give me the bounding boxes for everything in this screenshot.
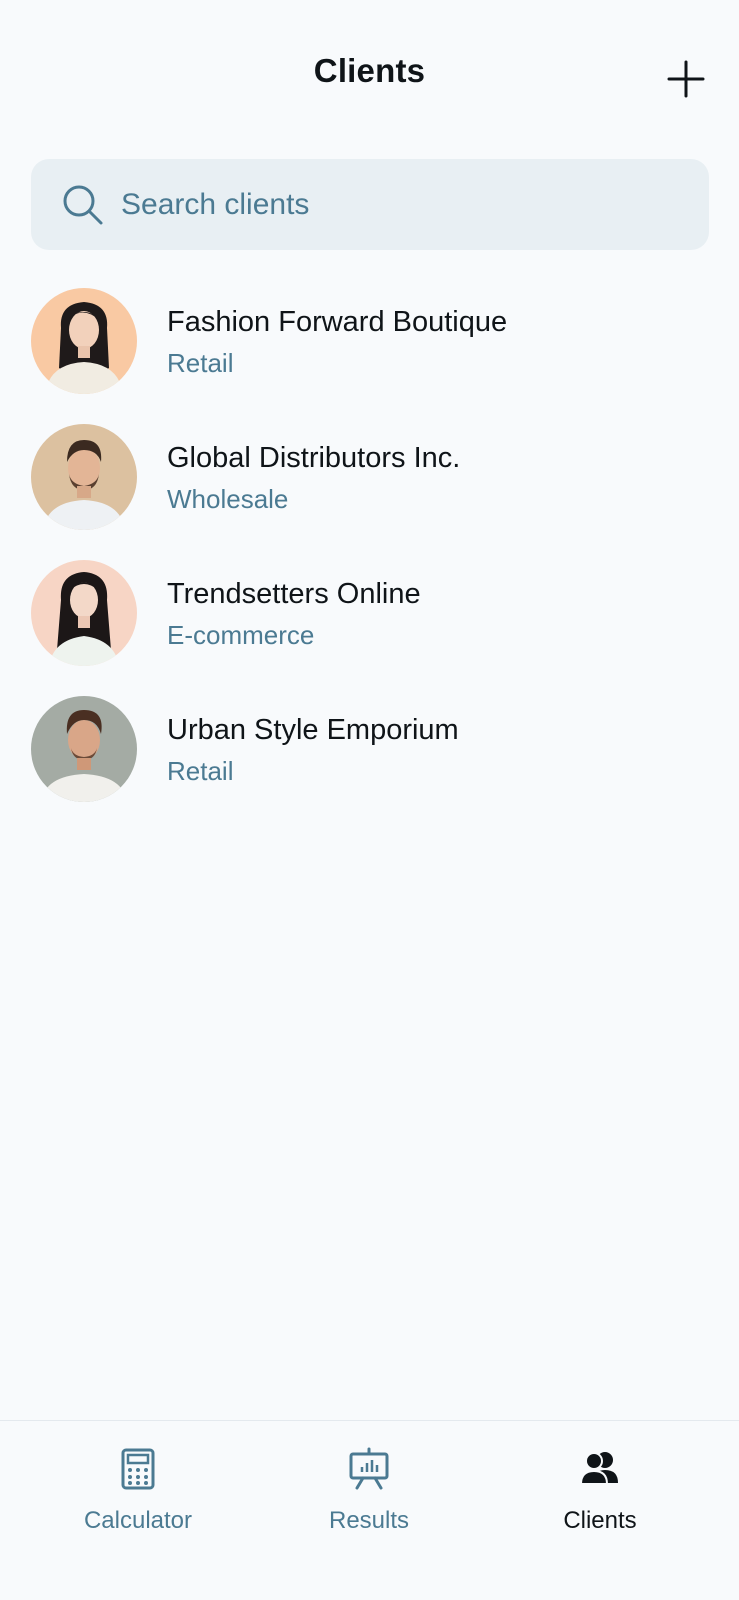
nav-item-clients[interactable]: Clients xyxy=(477,1421,723,1600)
presentation-chart-icon xyxy=(349,1447,389,1490)
clients-screen: Clients Search clients Fashion Forward B… xyxy=(0,0,739,1600)
client-category: Retail xyxy=(167,348,234,378)
search-icon xyxy=(63,185,103,225)
avatar xyxy=(31,560,137,666)
client-row[interactable]: Global Distributors Inc. Wholesale xyxy=(0,422,739,558)
bottom-nav: Calculator Results Clients xyxy=(0,1420,739,1600)
client-name: Urban Style Emporium xyxy=(167,714,459,746)
nav-item-results[interactable]: Results xyxy=(246,1421,492,1600)
nav-item-calculator[interactable]: Calculator xyxy=(15,1421,261,1600)
client-category: Wholesale xyxy=(167,484,289,514)
woman-avatar xyxy=(31,560,137,666)
page-title: Clients xyxy=(313,52,426,89)
man-avatar xyxy=(31,696,137,802)
client-name: Trendsetters Online xyxy=(167,578,421,610)
search-bar[interactable] xyxy=(31,159,709,250)
nav-label: Calculator xyxy=(83,1507,193,1534)
avatar xyxy=(31,424,137,530)
calculator-icon xyxy=(121,1448,155,1490)
client-category: Retail xyxy=(167,756,234,786)
search-input[interactable] xyxy=(121,159,691,250)
header: Clients xyxy=(0,0,739,150)
plus-icon xyxy=(667,60,705,98)
users-icon xyxy=(579,1452,618,1485)
client-row[interactable]: Fashion Forward Boutique Retail xyxy=(0,286,739,422)
nav-label: Clients xyxy=(563,1507,637,1534)
add-client-button[interactable] xyxy=(664,57,708,101)
avatar xyxy=(31,696,137,802)
client-category: E-commerce xyxy=(167,620,315,650)
client-row[interactable]: Trendsetters Online E-commerce xyxy=(0,558,739,694)
client-name: Fashion Forward Boutique xyxy=(167,306,508,338)
client-name: Global Distributors Inc. xyxy=(167,442,461,474)
nav-label: Results xyxy=(328,1507,410,1534)
woman-avatar xyxy=(31,288,137,394)
avatar xyxy=(31,288,137,394)
client-list: Fashion Forward Boutique Retail Global D… xyxy=(0,286,739,830)
man-avatar xyxy=(31,424,137,530)
client-row[interactable]: Urban Style Emporium Retail xyxy=(0,694,739,830)
